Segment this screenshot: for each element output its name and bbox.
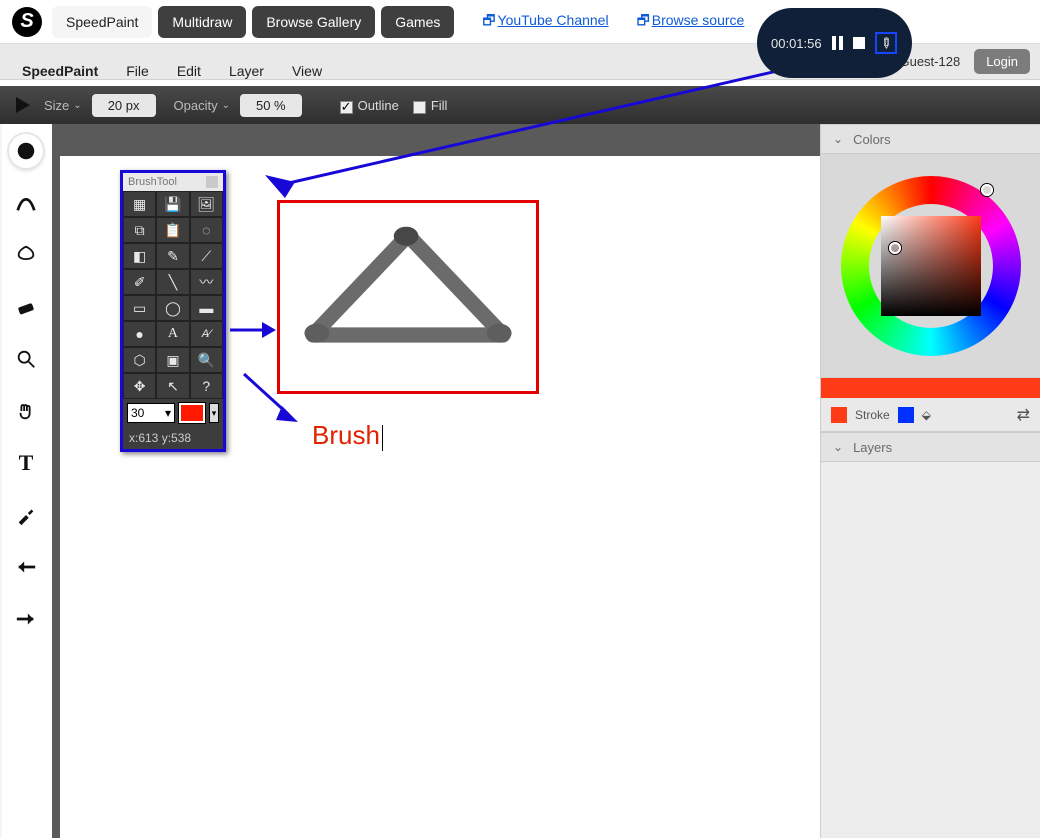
layers-section-header[interactable]: ⌄ Layers — [821, 432, 1040, 462]
bp-ellipsefill-icon[interactable]: ● — [123, 321, 156, 347]
annotation-arrow-diag — [240, 370, 310, 430]
annotation-red-frame — [277, 200, 539, 394]
tool-redo[interactable] — [9, 602, 43, 636]
tool-eyedropper[interactable] — [9, 498, 43, 532]
stroke-label: Stroke — [855, 408, 890, 422]
brushtool-title: BrushTool — [128, 176, 177, 188]
link-source[interactable]: Browse source — [637, 10, 745, 34]
bp-brush2-icon[interactable]: ⟋ — [190, 243, 223, 269]
tool-pan[interactable] — [9, 394, 43, 428]
link-youtube[interactable]: YouTube Channel — [482, 10, 608, 34]
bp-size-select[interactable]: 30▾ — [127, 403, 175, 423]
stop-icon[interactable] — [853, 37, 865, 49]
brushtool-panel[interactable]: BrushTool ▦ 💾 🖼 ⧉ 📋 ◌ ◧ ✎ ⟋ ✐ ╲ 〰 ▭ ◯ ▬ … — [120, 170, 226, 452]
bp-copy-icon[interactable]: ⧉ — [123, 217, 156, 243]
tool-brush[interactable] — [9, 134, 43, 168]
right-panel: ⌄ Colors Stroke ⬙ ⇄ ⌄ Layers — [820, 124, 1040, 838]
bp-pointer-icon[interactable]: ↖ — [156, 373, 189, 399]
size-label: Size — [44, 98, 69, 113]
brushtool-collapse-icon[interactable] — [206, 176, 218, 188]
pause-icon[interactable] — [832, 36, 843, 50]
play-icon[interactable] — [16, 97, 30, 113]
tool-zoom[interactable] — [9, 342, 43, 376]
bp-image-icon[interactable]: 🖼 — [190, 191, 223, 217]
menu-file[interactable]: File — [126, 63, 149, 79]
tab-games[interactable]: Games — [381, 6, 454, 38]
size-value[interactable]: 20 px — [92, 94, 156, 117]
bp-curve-icon[interactable]: 〰 — [190, 269, 223, 295]
bp-pencil-icon[interactable]: ✎ — [156, 243, 189, 269]
canvas-text-brush[interactable]: Brush — [312, 420, 383, 451]
left-toolbar: T — [0, 124, 52, 838]
hue-handle[interactable] — [981, 184, 993, 196]
stroke-row: Stroke ⬙ ⇄ — [821, 398, 1040, 432]
bp-paste-icon[interactable]: 📋 — [156, 217, 189, 243]
bp-zoom2-icon[interactable]: 🔍 — [190, 347, 223, 373]
tab-speedpaint[interactable]: SpeedPaint — [52, 6, 152, 38]
text-caret — [382, 425, 383, 451]
tool-eraser[interactable] — [9, 290, 43, 324]
app-logo[interactable]: S — [12, 7, 42, 37]
bp-rect-icon[interactable]: ▭ — [123, 295, 156, 321]
recorder-edit-icon[interactable]: ✎ — [875, 32, 897, 54]
stroke-swatch[interactable] — [898, 407, 914, 423]
fill-swatch[interactable] — [831, 407, 847, 423]
opacity-label: Opacity — [174, 98, 218, 113]
drawn-triangle — [294, 221, 522, 354]
bucket-icon[interactable]: ⬙ — [922, 408, 931, 422]
bp-coordinates: x:613 y:538 — [123, 427, 223, 449]
bp-pen-icon[interactable]: ✐ — [123, 269, 156, 295]
bp-eraser2-icon[interactable]: ◧ — [123, 243, 156, 269]
tool-smudge[interactable] — [9, 186, 43, 220]
bp-move-icon[interactable]: ✥ — [123, 373, 156, 399]
annotation-arrow-right — [228, 315, 278, 345]
bp-color-dropdown[interactable]: ▾ — [209, 403, 219, 423]
swap-colors-icon[interactable]: ⇄ — [1017, 405, 1030, 425]
layers-label: Layers — [853, 440, 892, 455]
satval-handle[interactable] — [889, 242, 901, 254]
brushtool-titlebar[interactable]: BrushTool — [123, 173, 223, 191]
bp-save-icon[interactable]: 💾 — [156, 191, 189, 217]
bp-color-swatch[interactable] — [179, 403, 205, 423]
menu-title: SpeedPaint — [22, 63, 98, 79]
brushtool-tool-grid: ▦ 💾 🖼 ⧉ 📋 ◌ ◧ ✎ ⟋ ✐ ╲ 〰 ▭ ◯ ▬ ● A A⁄ ⬡ ▣… — [123, 191, 223, 399]
login-button[interactable]: Login — [974, 49, 1030, 74]
tool-liquify[interactable] — [9, 238, 43, 272]
tool-undo[interactable] — [9, 550, 43, 584]
tab-multidraw[interactable]: Multidraw — [158, 6, 246, 38]
menu-edit[interactable]: Edit — [177, 63, 201, 79]
screen-recorder-pill: 00:01:56 ✎ — [757, 8, 912, 78]
bp-ellipse-outline-icon[interactable]: ◯ — [156, 295, 189, 321]
chevron-down-icon: ⌄ — [833, 440, 843, 454]
bp-help-icon[interactable]: ? — [190, 373, 223, 399]
bp-lasso-icon[interactable]: ⬡ — [123, 347, 156, 373]
bp-new-icon[interactable]: ▦ — [123, 191, 156, 217]
bp-rectfill-icon[interactable]: ▬ — [190, 295, 223, 321]
tool-text[interactable]: T — [9, 446, 43, 480]
tab-browse-gallery[interactable]: Browse Gallery — [252, 6, 375, 38]
bp-line-icon[interactable]: ╲ — [156, 269, 189, 295]
bp-texttool-icon[interactable]: A — [156, 321, 189, 347]
bp-select-icon[interactable]: ▣ — [156, 347, 189, 373]
bp-pathtext-icon[interactable]: A⁄ — [190, 321, 223, 347]
brushtool-bottom-row: 30▾ ▾ — [123, 399, 223, 427]
bp-marquee-icon[interactable]: ◌ — [190, 217, 223, 243]
recorder-time: 00:01:56 — [771, 36, 822, 51]
current-color-bar — [821, 378, 1040, 398]
